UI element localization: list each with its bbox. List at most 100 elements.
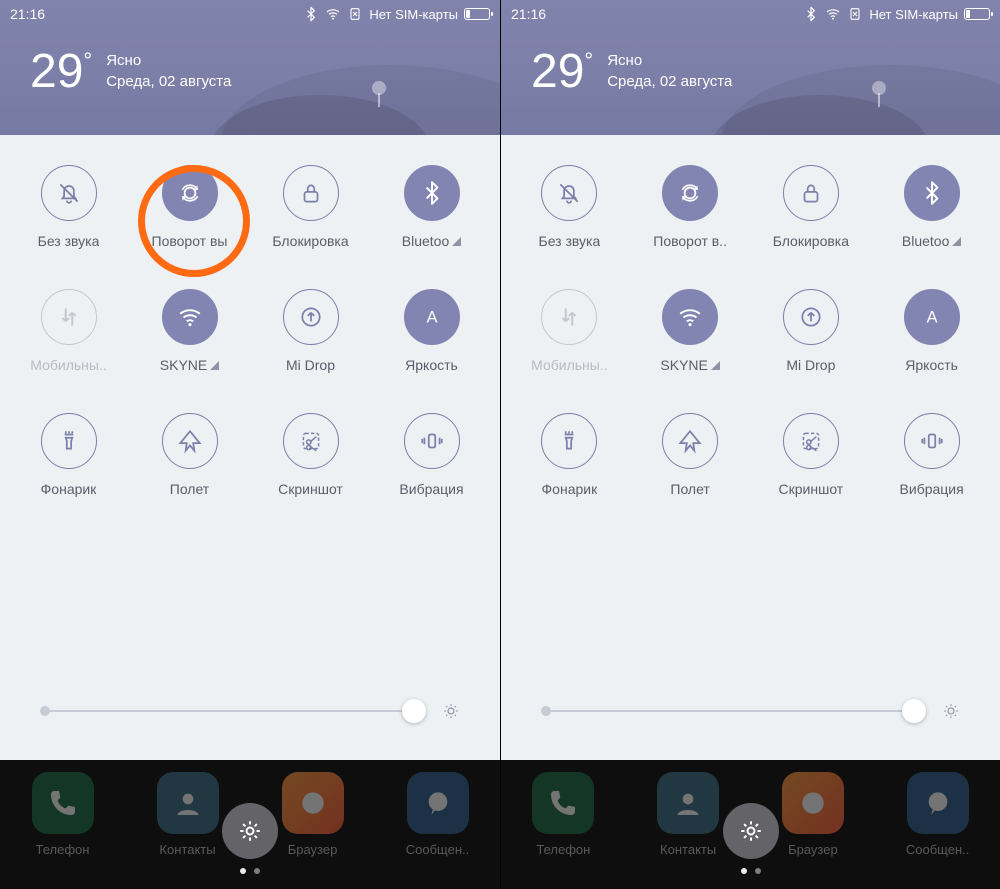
bell-off-icon	[56, 180, 82, 206]
qs-tile-data[interactable]: Мобильны..	[509, 289, 630, 373]
weather-condition: Ясно	[607, 51, 732, 71]
slider-min-dot	[541, 706, 551, 716]
brightness-slider[interactable]	[541, 702, 960, 720]
lock-icon	[798, 180, 824, 206]
qs-tile-screenshot[interactable]: Скриншот	[250, 413, 371, 497]
qs-toggle-bluetooth[interactable]	[904, 165, 960, 221]
qs-tile-midrop[interactable]: Mi Drop	[751, 289, 872, 373]
qs-tile-vibrate[interactable]: Вибрация	[871, 413, 992, 497]
qs-toggle-midrop[interactable]	[283, 289, 339, 345]
brightness-sun-icon	[442, 702, 460, 720]
qs-toggle-torch[interactable]	[541, 413, 597, 469]
slider-handle[interactable]	[402, 699, 426, 723]
qs-tile-midrop[interactable]: Mi Drop	[250, 289, 371, 373]
qs-toggle-vibrate[interactable]	[904, 413, 960, 469]
settings-button[interactable]	[222, 803, 278, 859]
qs-tile-data[interactable]: Мобильны..	[8, 289, 129, 373]
data-icon	[556, 304, 582, 330]
qs-label-rotate: Поворот в..	[653, 233, 727, 249]
qs-label-wifi: SKYNE	[660, 357, 719, 373]
battery-icon	[964, 8, 990, 20]
gear-icon	[738, 818, 764, 844]
qs-toggle-vibrate[interactable]	[404, 413, 460, 469]
qs-toggle-rotate[interactable]	[162, 165, 218, 221]
qs-toggle-screenshot[interactable]	[283, 413, 339, 469]
qs-toggle-bluetooth[interactable]	[404, 165, 460, 221]
qs-toggle-data[interactable]	[41, 289, 97, 345]
qs-label-wifi: SKYNE	[160, 357, 219, 373]
qs-tile-wifi[interactable]: SKYNE	[630, 289, 751, 373]
qs-toggle-rotate[interactable]	[662, 165, 718, 221]
notification-header: 21:16 Нет SIM-карты 29° Ясно Среда, 02 а…	[0, 0, 500, 135]
qs-tile-bluetooth[interactable]: Bluetoo	[371, 165, 492, 249]
qs-label-screenshot: Скриншот	[779, 481, 844, 497]
home-dock: Телефон Контакты Браузер Сообщен..	[501, 760, 1000, 889]
qs-label-data: Мобильны..	[531, 357, 607, 373]
qs-tile-brightness[interactable]: Яркость	[871, 289, 992, 373]
settings-button[interactable]	[723, 803, 779, 859]
qs-label-bluetooth: Bluetoo	[402, 233, 461, 249]
qs-label-lock: Блокировка	[773, 233, 849, 249]
bluetooth-icon	[419, 180, 445, 206]
qs-toggle-lock[interactable]	[783, 165, 839, 221]
qs-tile-vibrate[interactable]: Вибрация	[371, 413, 492, 497]
qs-toggle-wifi[interactable]	[662, 289, 718, 345]
qs-toggle-brightness[interactable]	[904, 289, 960, 345]
qs-toggle-torch[interactable]	[41, 413, 97, 469]
qs-label-airplane: Полет	[670, 481, 709, 497]
qs-tile-rotate[interactable]: Поворот в..	[630, 165, 751, 249]
quick-settings-sheet: Без звука Поворот в.. Блокировка Bluetoo Моб…	[501, 135, 1000, 760]
phone-right: 21:16 Нет SIM-карты 29° Ясно Среда, 02 а…	[500, 0, 1000, 889]
plane-icon	[677, 428, 703, 454]
signal-triangle-icon	[210, 361, 219, 370]
wifi-icon	[677, 304, 703, 330]
qs-tile-torch[interactable]: Фонарик	[509, 413, 630, 497]
qs-tile-lock[interactable]: Блокировка	[751, 165, 872, 249]
qs-toggle-wifi[interactable]	[162, 289, 218, 345]
qs-toggle-lock[interactable]	[283, 165, 339, 221]
qs-tile-mute[interactable]: Без звука	[8, 165, 129, 249]
qs-toggle-mute[interactable]	[41, 165, 97, 221]
qs-tile-airplane[interactable]: Полет	[630, 413, 751, 497]
weather-temp: 29	[531, 44, 584, 99]
qs-label-vibrate: Вибрация	[900, 481, 964, 497]
torch-icon	[56, 428, 82, 454]
qs-label-airplane: Полет	[170, 481, 209, 497]
qs-tile-brightness[interactable]: Яркость	[371, 289, 492, 373]
qs-tile-bluetooth[interactable]: Bluetoo	[871, 165, 992, 249]
brightness-slider[interactable]	[40, 702, 460, 720]
qs-label-rotate: Поворот вы	[152, 233, 228, 249]
qs-label-mute: Без звука	[38, 233, 100, 249]
qs-tile-lock[interactable]: Блокировка	[250, 165, 371, 249]
status-bar: 21:16 Нет SIM-карты	[0, 0, 500, 22]
bluetooth-status-icon	[803, 6, 819, 22]
slider-handle[interactable]	[902, 699, 926, 723]
qs-toggle-screenshot[interactable]	[783, 413, 839, 469]
qs-tile-airplane[interactable]: Полет	[129, 413, 250, 497]
home-dock: Телефон Контакты Браузер Сообщен..	[0, 760, 500, 889]
midrop-icon	[298, 304, 324, 330]
qs-label-brightness: Яркость	[905, 357, 958, 373]
qs-label-torch: Фонарик	[41, 481, 97, 497]
qs-toggle-midrop[interactable]	[783, 289, 839, 345]
qs-label-midrop: Mi Drop	[786, 357, 835, 373]
qs-toggle-mute[interactable]	[541, 165, 597, 221]
qs-label-vibrate: Вибрация	[399, 481, 463, 497]
qs-label-midrop: Mi Drop	[286, 357, 335, 373]
qs-label-screenshot: Скриншот	[278, 481, 343, 497]
qs-tile-wifi[interactable]: SKYNE	[129, 289, 250, 373]
qs-tile-rotate[interactable]: Поворот вы	[129, 165, 250, 249]
weather-date: Среда, 02 августа	[607, 72, 732, 92]
qs-toggle-airplane[interactable]	[662, 413, 718, 469]
qs-toggle-brightness[interactable]	[404, 289, 460, 345]
qs-toggle-data[interactable]	[541, 289, 597, 345]
slider-min-dot	[40, 706, 50, 716]
qs-tile-mute[interactable]: Без звука	[509, 165, 630, 249]
qs-tile-torch[interactable]: Фонарик	[8, 413, 129, 497]
lock-icon	[298, 180, 324, 206]
qs-tile-screenshot[interactable]: Скриншот	[751, 413, 872, 497]
signal-triangle-icon	[452, 237, 461, 246]
qs-toggle-airplane[interactable]	[162, 413, 218, 469]
weather-degree: °	[584, 48, 593, 99]
no-sim-icon	[847, 6, 863, 22]
